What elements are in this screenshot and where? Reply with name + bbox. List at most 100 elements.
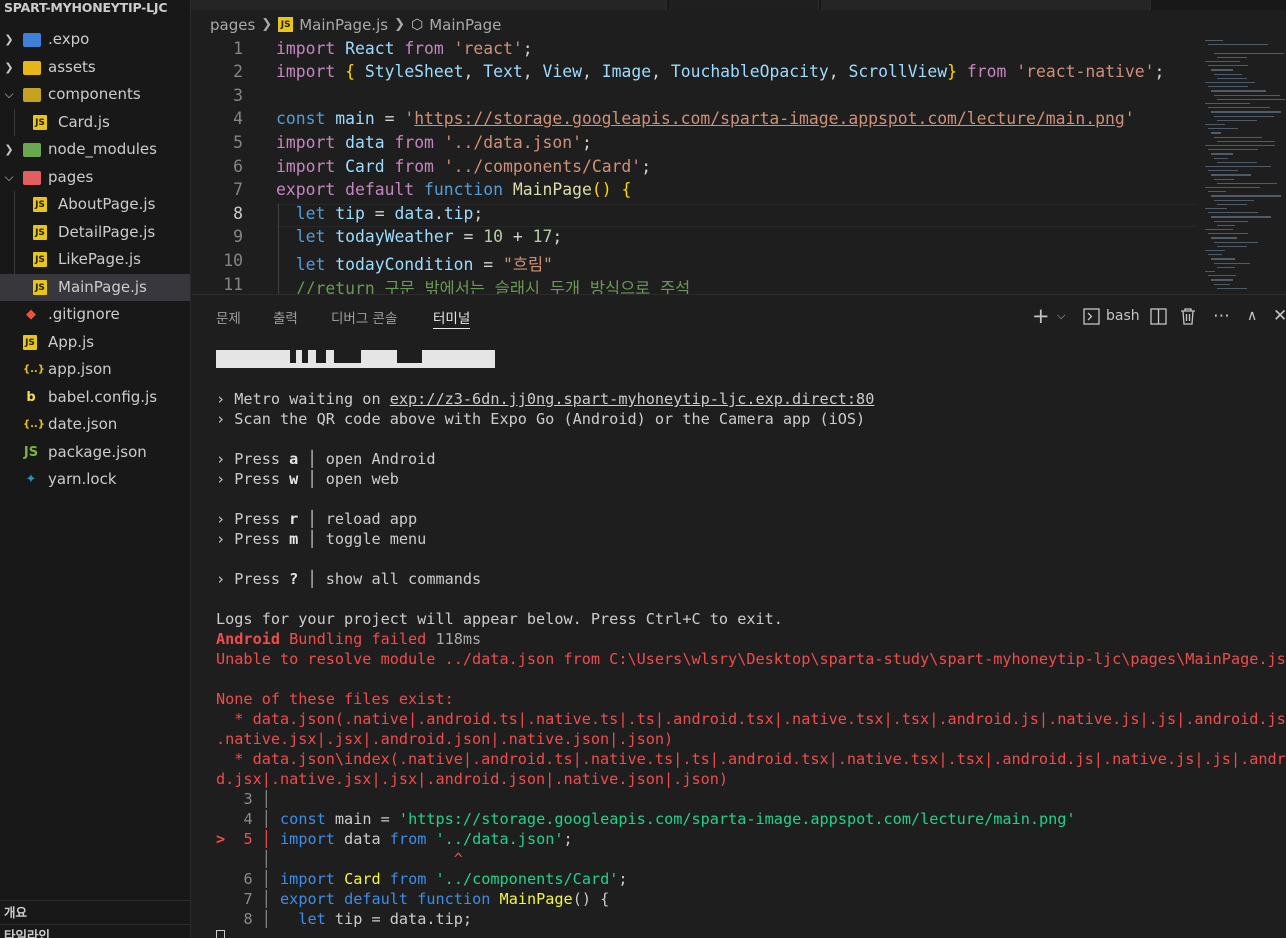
snippet-gutter-space (216, 850, 225, 868)
indent-guide (278, 203, 279, 294)
code-text: const main = 'https://storage.googleapis… (276, 109, 1135, 129)
minimap-line (1214, 94, 1280, 96)
shortcut-label: open web (325, 470, 399, 488)
code-text: export default function MainPage() { (276, 180, 632, 200)
minimap-line (1217, 56, 1247, 59)
minimap-line (1205, 61, 1240, 63)
minimap-line (1205, 229, 1233, 231)
file-item[interactable]: ✦ yarn.lock (0, 466, 190, 494)
snippet-line: > 5 │ import data from '../data.json'; (216, 830, 573, 848)
minimap-line (1214, 262, 1250, 264)
bundling-platform: Android (216, 630, 281, 648)
explorer-root-title[interactable]: SPART-MYHONEYTIP-LJC (0, 0, 190, 26)
folder-item[interactable]: ⌵ components (0, 81, 190, 109)
breadcrumb-file[interactable]: MainPage.js (299, 12, 388, 38)
chevron-right-icon[interactable]: ❯ (2, 136, 16, 164)
json-icon: {..} (23, 364, 45, 375)
minimap-line (1217, 266, 1235, 269)
code-text: let todayCondition = "흐림" (295, 254, 553, 274)
minimap-line (1214, 115, 1274, 117)
js-file-icon: JS (278, 17, 294, 32)
explorer-sidebar: SPART-MYHONEYTIP-LJC ❯ .expo ❯ assets ⌵ compo… (0, 0, 191, 938)
snippet-line: 3 │ (216, 790, 280, 810)
file-item[interactable]: JS package.json (0, 439, 190, 467)
file-name-label: .expo (48, 30, 90, 48)
file-item[interactable]: JS App.js (0, 329, 190, 357)
candidate-files-line: d.jsx|.native.jsx|.jsx|.android.json|.na… (216, 770, 729, 788)
minimap-line (1208, 275, 1236, 277)
tab-debug-console[interactable]: 디버그 콘솔 (331, 307, 397, 329)
file-item[interactable]: JS DetailPage.js (0, 219, 190, 247)
ellipsis-icon[interactable]: ⋯ (1213, 305, 1230, 327)
file-item[interactable]: {..} app.json (0, 356, 190, 384)
shortcut-label: reload app (325, 510, 418, 528)
file-item[interactable]: JS AboutPage.js (0, 191, 190, 219)
shortcut-key: a (289, 450, 299, 468)
minimap-line (1205, 145, 1275, 147)
file-item[interactable]: b babel.config.js (0, 384, 190, 412)
shortcut-label: toggle menu (325, 530, 427, 548)
json-icon: {..} (23, 419, 45, 430)
minimap[interactable] (1201, 38, 1286, 294)
minimap-line (1205, 82, 1255, 84)
tab-problems[interactable]: 문제 (216, 307, 241, 329)
snippet-line-number: 5 │ (225, 830, 281, 848)
chevron-down-icon[interactable]: ⌵ (2, 164, 16, 192)
minimap-line (1211, 258, 1235, 260)
snippet-line: 7 │ export default function MainPage() { (216, 890, 609, 910)
plus-icon[interactable]: + (1032, 305, 1050, 327)
editor-tab[interactable] (191, 0, 667, 10)
minimap-line (1208, 128, 1238, 130)
tab-output[interactable]: 출력 (273, 307, 298, 329)
file-item[interactable]: {..} date.json (0, 411, 190, 439)
minimap-line (1208, 86, 1248, 88)
file-name-label: node_modules (48, 140, 157, 158)
expo-folder-icon (23, 33, 41, 47)
chevron-up-icon[interactable]: ∧ (1247, 305, 1257, 327)
bottom-panel: 문제 출력 디버그 콘솔 터미널 + ⌵ bash ⋯ ∧ ✕ › Metro … (191, 294, 1286, 938)
file-name-label: MainPage.js (58, 277, 147, 296)
minimap-line (1205, 271, 1215, 273)
split-terminal-icon[interactable] (1150, 305, 1167, 327)
timeline-section-header[interactable]: 타임라인 (0, 924, 190, 938)
file-item[interactable]: JS MainPage.js (0, 273, 190, 301)
line-number: 11 (223, 274, 243, 294)
chevron-down-icon[interactable]: ⌵ (2, 81, 16, 109)
close-icon[interactable]: ✕ (1273, 305, 1286, 327)
bundling-failed-line: Android Bundling failed 118ms (216, 630, 481, 650)
trash-icon[interactable] (1180, 305, 1196, 327)
editor-tab[interactable] (669, 0, 819, 10)
minimap-line (1217, 224, 1235, 227)
unable-to-resolve-line: Unable to resolve module ../data.json fr… (216, 650, 1286, 668)
editor-tab[interactable] (821, 0, 1151, 10)
tab-terminal[interactable]: 터미널 (433, 307, 471, 329)
metro-url-link[interactable]: exp://z3-6dn.jj0ng.spart-myhoneytip-ljc.… (390, 390, 875, 408)
chevron-right-icon[interactable]: ❯ (2, 26, 16, 54)
minimap-line (1214, 241, 1258, 243)
line-number: 10 (223, 250, 243, 270)
file-item[interactable]: JS LikePage.js (0, 246, 190, 274)
snippet-line: │ ^ (216, 850, 463, 870)
minimap-line (1211, 111, 1281, 113)
folder-item[interactable]: ❯ .expo (0, 26, 190, 54)
nodejs-icon: JS (23, 444, 39, 460)
chevron-down-icon[interactable]: ⌵ (1057, 305, 1065, 327)
file-item[interactable]: ◆ .gitignore (0, 301, 190, 329)
snippet-gutter-space (216, 910, 225, 928)
folder-item[interactable]: ❯ assets (0, 54, 190, 82)
breadcrumb-symbol[interactable]: MainPage (429, 12, 501, 38)
file-name-label: DetailPage.js (58, 222, 156, 241)
snippet-line-number: 3 │ (225, 790, 281, 808)
breadcrumb-folder[interactable]: pages (210, 12, 255, 38)
outline-section-header[interactable]: 개요 (0, 900, 190, 924)
shell-label[interactable]: bash (1106, 305, 1140, 327)
panel-tab-bar: 문제 출력 디버그 콘솔 터미널 + ⌵ bash ⋯ ∧ ✕ (191, 295, 1286, 339)
folder-item[interactable]: ❯ node_modules (0, 136, 190, 164)
line-number: 8 (233, 203, 243, 223)
chevron-right-icon[interactable]: ❯ (2, 54, 16, 82)
shortcut-line: › Press w │ open web (216, 470, 399, 488)
file-item[interactable]: JS Card.js (0, 109, 190, 137)
folder-item[interactable]: ⌵ pages (0, 164, 190, 192)
terminal-icon[interactable] (1083, 305, 1100, 327)
code-editor[interactable]: 1 import React from 'react'; 2 import { Sty… (191, 38, 1286, 294)
